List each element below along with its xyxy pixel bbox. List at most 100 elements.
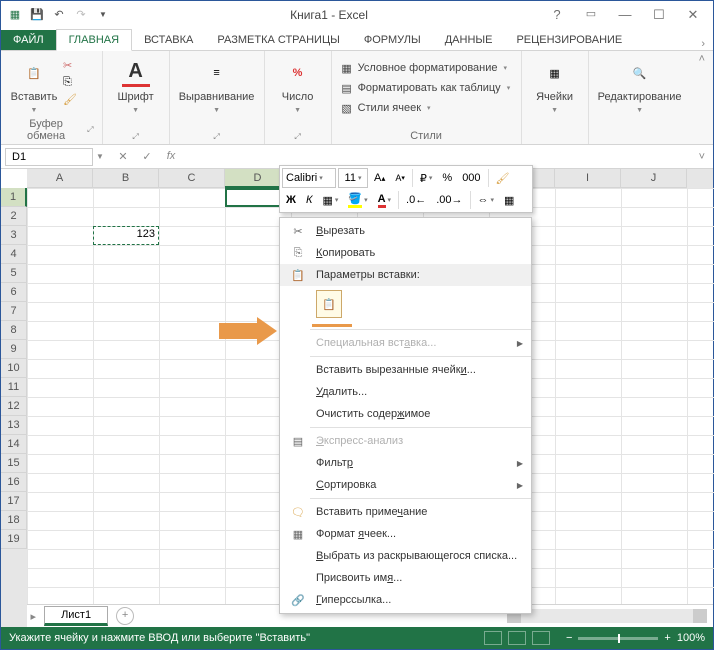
- tab-review[interactable]: РЕЦЕНЗИРОВАНИЕ: [504, 30, 634, 50]
- tab-formulas[interactable]: ФОРМУЛЫ: [352, 30, 433, 50]
- cell-styles-button[interactable]: ▧Стили ячеек▾: [340, 101, 511, 115]
- font-select[interactable]: Calibri▾: [282, 168, 336, 188]
- row-header[interactable]: 3: [1, 226, 27, 245]
- paste-button[interactable]: 📋 Вставить ▼: [9, 55, 59, 114]
- ctx-define-name[interactable]: Присвоить имя...: [280, 567, 531, 589]
- ctx-dropdown-list[interactable]: Выбрать из раскрывающегося списка...: [280, 545, 531, 567]
- undo-icon[interactable]: ↶: [51, 7, 67, 23]
- paste-option-default[interactable]: 📋: [316, 290, 342, 318]
- format-as-table-button[interactable]: ▤Форматировать как таблицу▾: [340, 81, 511, 95]
- launcher-icon[interactable]: ⤢: [132, 132, 138, 142]
- ctx-copy[interactable]: ⎘Копировать: [280, 242, 531, 264]
- font-button[interactable]: A Шрифт ▼: [111, 55, 161, 114]
- row-header[interactable]: 11: [1, 378, 27, 397]
- zoom-level[interactable]: 100%: [677, 632, 705, 644]
- cond-format-mini-icon[interactable]: ▦: [500, 190, 518, 210]
- fx-icon[interactable]: fx: [161, 150, 181, 163]
- row-header[interactable]: 16: [1, 473, 27, 492]
- italic-icon[interactable]: К: [302, 190, 316, 210]
- format-painter-icon[interactable]: 🖌: [492, 168, 514, 188]
- row-header[interactable]: 4: [1, 245, 27, 264]
- bold-icon[interactable]: Ж: [282, 190, 300, 210]
- view-pagebreak-icon[interactable]: [532, 631, 550, 645]
- row-header[interactable]: 8: [1, 321, 27, 340]
- col-header[interactable]: J: [621, 169, 687, 188]
- inc-decimal-icon[interactable]: .00→: [432, 190, 466, 210]
- ctx-format-cells[interactable]: ▦Формат ячеек...: [280, 523, 531, 545]
- sheet-tab[interactable]: Лист1: [44, 606, 108, 626]
- dec-decimal-icon[interactable]: .0←: [402, 190, 430, 210]
- col-header[interactable]: C: [159, 169, 225, 188]
- row-header[interactable]: 19: [1, 530, 27, 549]
- horizontal-scrollbar[interactable]: [507, 609, 707, 623]
- alignment-button[interactable]: ≡ Выравнивание ▼: [178, 55, 256, 114]
- fill-color-icon[interactable]: 🪣▾: [344, 190, 371, 210]
- tab-page-layout[interactable]: РАЗМЕТКА СТРАНИЦЫ: [205, 30, 351, 50]
- increase-font-icon[interactable]: A▴: [370, 168, 389, 188]
- new-sheet-button[interactable]: +: [116, 607, 134, 625]
- ctx-insert-comment[interactable]: 🗨Вставить примечание: [280, 501, 531, 523]
- qat-dropdown-icon[interactable]: ▼: [95, 7, 111, 23]
- ribbon-opts-button[interactable]: ▭: [581, 7, 601, 23]
- row-header[interactable]: 17: [1, 492, 27, 511]
- view-normal-icon[interactable]: [484, 631, 502, 645]
- redo-icon[interactable]: ↷: [73, 7, 89, 23]
- row-header[interactable]: 2: [1, 207, 27, 226]
- tab-insert[interactable]: ВСТАВКА: [132, 30, 205, 50]
- row-header[interactable]: 7: [1, 302, 27, 321]
- collapse-ribbon-button[interactable]: ˄: [691, 51, 713, 144]
- merge-icon[interactable]: ⇔▾: [474, 190, 499, 210]
- tab-home[interactable]: ГЛАВНАЯ: [56, 29, 132, 51]
- maximize-button[interactable]: ☐: [649, 7, 669, 23]
- launcher-icon[interactable]: ⤢: [294, 132, 300, 142]
- col-header[interactable]: A: [27, 169, 93, 188]
- row-header[interactable]: 12: [1, 397, 27, 416]
- decrease-font-icon[interactable]: A▾: [391, 168, 409, 188]
- zoom-slider[interactable]: [578, 637, 658, 640]
- namebox-dropdown-icon[interactable]: ▼: [93, 152, 107, 161]
- percent-icon[interactable]: %: [438, 168, 456, 188]
- size-select[interactable]: 11▾: [338, 168, 368, 188]
- copied-cell[interactable]: 123: [93, 226, 159, 245]
- format-painter-icon[interactable]: 🖌: [63, 93, 77, 106]
- row-header[interactable]: 18: [1, 511, 27, 530]
- ctx-delete[interactable]: Удалить...: [280, 381, 531, 403]
- close-button[interactable]: ✕: [683, 7, 703, 23]
- help-button[interactable]: ?: [547, 7, 567, 23]
- row-header[interactable]: 13: [1, 416, 27, 435]
- col-header[interactable]: I: [555, 169, 621, 188]
- ctx-insert-cut-cells[interactable]: Вставить вырезанные ячейки...: [280, 359, 531, 381]
- tabs-overflow-icon[interactable]: ›: [701, 38, 713, 50]
- minimize-button[interactable]: —: [615, 7, 635, 23]
- name-box[interactable]: D1: [5, 148, 93, 166]
- zoom-out-icon[interactable]: −: [566, 632, 572, 644]
- launcher-icon[interactable]: ⤢: [87, 125, 93, 135]
- row-header[interactable]: 5: [1, 264, 27, 283]
- launcher-icon[interactable]: ⤢: [213, 132, 219, 142]
- ctx-cut[interactable]: ✂Вырезать: [280, 220, 531, 242]
- expand-fbar-icon[interactable]: ˅: [699, 151, 713, 163]
- ctx-clear[interactable]: Очистить содержимое: [280, 403, 531, 425]
- currency-icon[interactable]: ₽▾: [416, 168, 437, 188]
- row-header[interactable]: 10: [1, 359, 27, 378]
- cut-icon[interactable]: ✂: [63, 59, 77, 72]
- tab-data[interactable]: ДАННЫЕ: [433, 30, 505, 50]
- row-header[interactable]: 9: [1, 340, 27, 359]
- view-layout-icon[interactable]: [508, 631, 526, 645]
- next-sheet-icon[interactable]: ▸: [31, 610, 37, 623]
- ctx-hyperlink[interactable]: 🔗Гиперссылка...: [280, 589, 531, 611]
- row-header[interactable]: 1: [1, 188, 27, 207]
- ctx-filter[interactable]: Фильтр▶: [280, 452, 531, 474]
- row-header[interactable]: 6: [1, 283, 27, 302]
- border-icon[interactable]: ▦▾: [318, 190, 342, 210]
- accept-entry-icon[interactable]: ✓: [137, 150, 157, 163]
- ctx-sort[interactable]: Сортировка▶: [280, 474, 531, 496]
- font-color-icon[interactable]: A▾: [374, 190, 395, 210]
- number-button[interactable]: % Число ▼: [273, 55, 323, 114]
- tab-file[interactable]: ФАЙЛ: [1, 30, 56, 50]
- save-icon[interactable]: 💾: [29, 7, 45, 23]
- cells-button[interactable]: ▦ Ячейки ▼: [530, 55, 580, 114]
- conditional-formatting-button[interactable]: ▦Условное форматирование▾: [340, 61, 511, 75]
- cancel-entry-icon[interactable]: ✕: [113, 150, 133, 163]
- row-header[interactable]: 15: [1, 454, 27, 473]
